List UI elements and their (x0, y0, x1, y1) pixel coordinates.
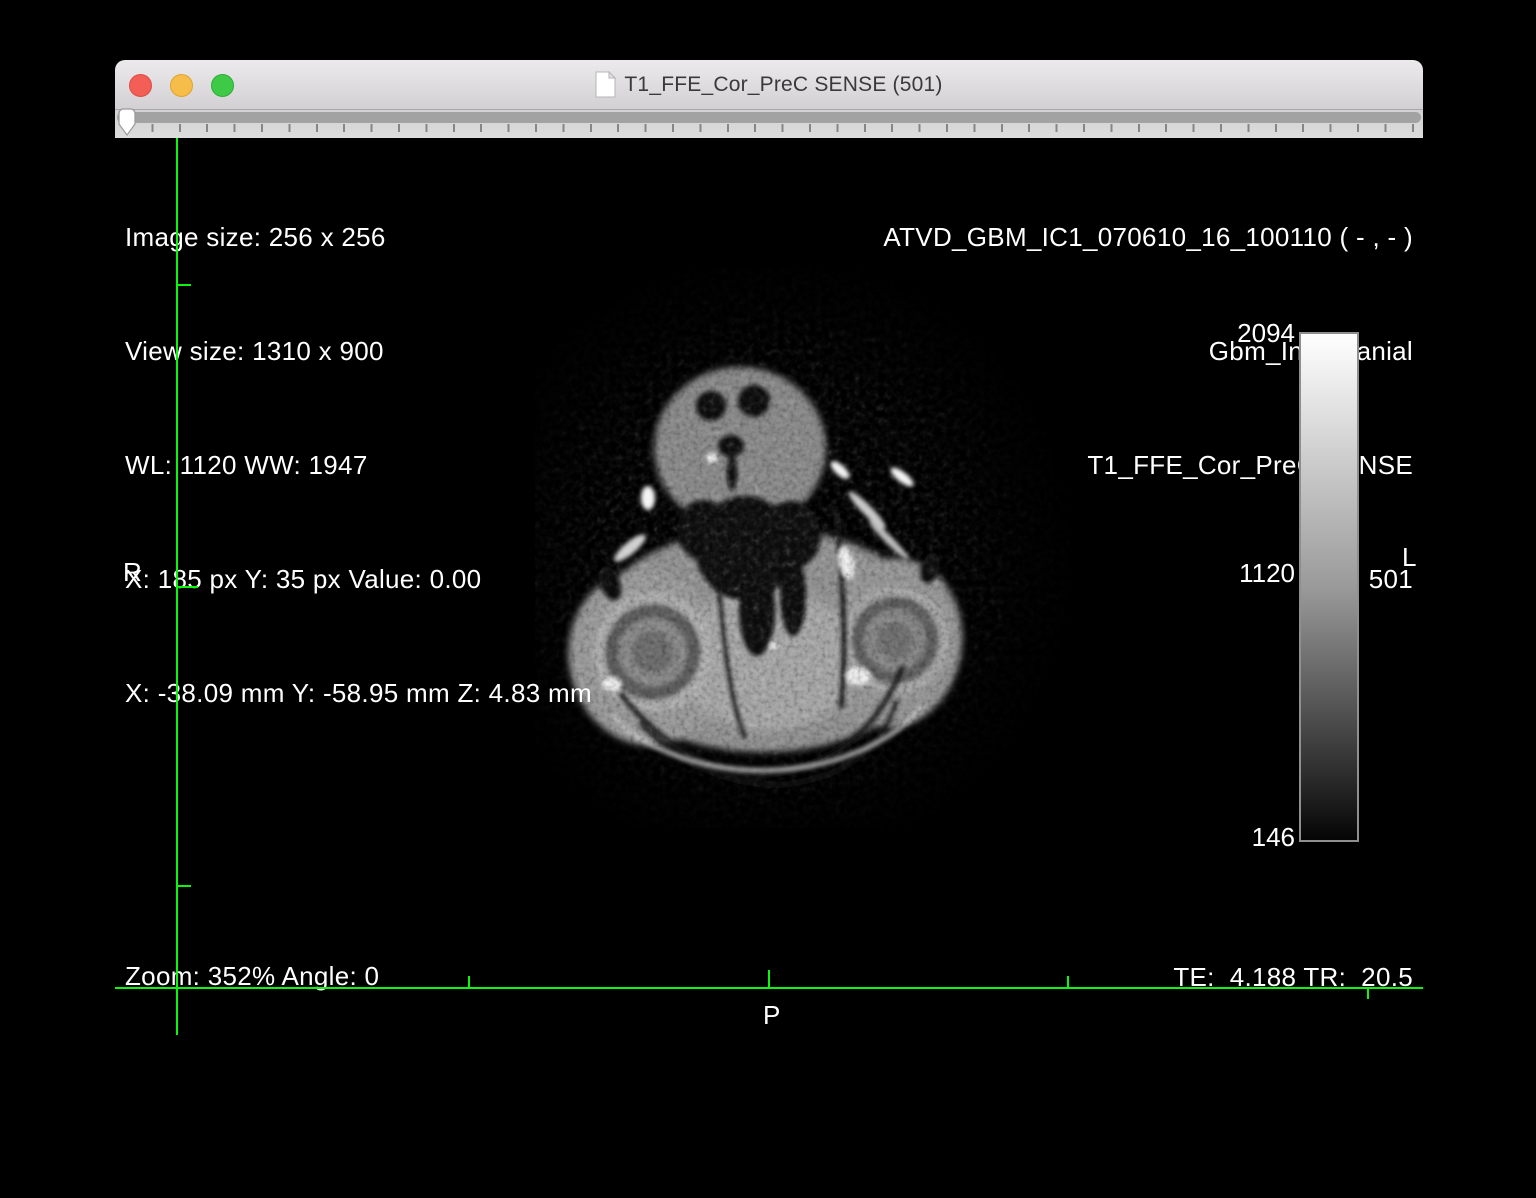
slider-tick-ruler (124, 124, 1419, 132)
orientation-label-left: L (1402, 538, 1417, 576)
overlay-bottom-left: Zoom: 352% Angle: 0 Im: 1/48 S (S -> I) … (125, 884, 612, 1038)
window-title: T1_FFE_Cor_PreC SENSE (501) (624, 73, 942, 97)
minimize-button[interactable] (170, 74, 193, 97)
ruler-tick (768, 970, 770, 987)
zoom-button[interactable] (211, 74, 234, 97)
cursor-mm-text: X: -38.09 mm Y: -58.95 mm Z: 4.83 mm (125, 674, 592, 712)
zoom-angle-text: Zoom: 352% Angle: 0 (125, 958, 612, 995)
colorbar-min-label: 146 (1175, 822, 1295, 853)
series-slider-track[interactable] (117, 112, 1421, 123)
window-level-text: WL: 1120 WW: 1947 (125, 446, 592, 484)
ruler-tick (178, 885, 191, 887)
orientation-label-right: R (123, 553, 142, 591)
traffic-lights (129, 60, 234, 110)
clut-colorbar (1299, 332, 1359, 842)
image-size-text: Image size: 256 x 256 (125, 218, 592, 256)
series-slider-bar (115, 110, 1423, 138)
horizontal-ruler-line (115, 987, 1423, 989)
titlebar[interactable]: T1_FFE_Cor_PreC SENSE (501) (115, 60, 1423, 110)
ruler-tick (468, 976, 470, 987)
ruler-tick (1367, 989, 1369, 999)
overlay-bottom-right: TE: 4.188 TR: 20.5 FS: 3 10/1/10, 11:19:… (1162, 882, 1413, 1038)
document-icon (595, 71, 616, 98)
colorbar-mid-label: 1120 (1175, 558, 1295, 589)
series-slider-thumb[interactable] (117, 107, 137, 138)
ruler-tick (178, 284, 191, 286)
dicom-viewport[interactable]: Image size: 256 x 256 View size: 1310 x … (115, 138, 1423, 1038)
orientation-label-posterior: P (763, 996, 781, 1034)
view-size-text: View size: 1310 x 900 (125, 332, 592, 370)
close-button[interactable] (129, 74, 152, 97)
te-tr-text: TE: 4.188 TR: 20.5 (1162, 958, 1413, 996)
viewer-window: T1_FFE_Cor_PreC SENSE (501) (115, 60, 1423, 1038)
colorbar-max-label: 2094 (1175, 318, 1295, 349)
study-id-text: ATVD_GBM_IC1_070610_16_100110 ( - , - ) (883, 218, 1413, 256)
overlay-top-left: Image size: 256 x 256 View size: 1310 x … (125, 142, 592, 788)
cursor-pixel-text: X: 185 px Y: 35 px Value: 0.00 (125, 560, 592, 598)
ruler-tick (178, 586, 198, 588)
ruler-tick (1067, 976, 1069, 987)
screen: T1_FFE_Cor_PreC SENSE (501) (0, 0, 1536, 1198)
